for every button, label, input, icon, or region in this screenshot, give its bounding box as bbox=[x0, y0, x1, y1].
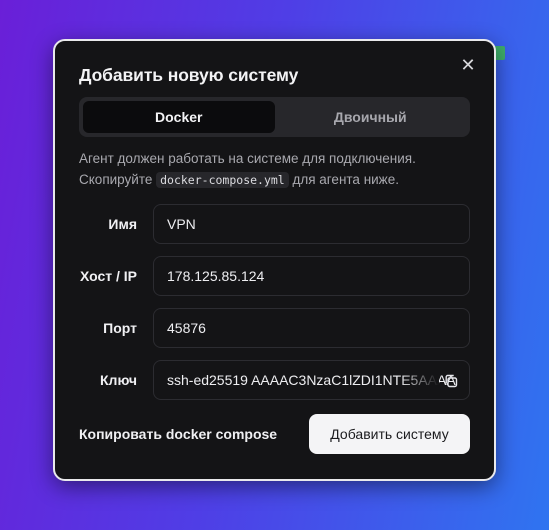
key-fade bbox=[399, 362, 439, 398]
key-field[interactable]: ssh-ed25519 AAAAC3NzaC1lZDI1NTE5AAAA bbox=[153, 360, 470, 400]
key-label: Ключ bbox=[100, 372, 137, 388]
name-label: Имя bbox=[108, 216, 137, 232]
host-row: Хост / IP 178.125.85.124 bbox=[79, 256, 470, 296]
key-row: Ключ ssh-ed25519 AAAAC3NzaC1lZDI1NTE5AAA… bbox=[79, 360, 470, 400]
host-field[interactable]: 178.125.85.124 bbox=[153, 256, 470, 296]
compose-filename-code: docker-compose.yml bbox=[156, 172, 289, 188]
name-row: Имя VPN bbox=[79, 204, 470, 244]
dialog-title: Добавить новую систему bbox=[79, 65, 299, 85]
close-icon[interactable]: ✕ bbox=[460, 56, 476, 74]
add-system-button[interactable]: Добавить систему bbox=[309, 414, 470, 454]
tab-list: Docker Двоичный bbox=[79, 97, 470, 137]
port-field[interactable]: 45876 bbox=[153, 308, 470, 348]
port-row: Порт 45876 bbox=[79, 308, 470, 348]
description-text-end: для агента ниже. bbox=[288, 172, 399, 187]
add-system-dialog: ✕ Добавить новую систему Docker Двоичный… bbox=[53, 39, 496, 481]
tab-docker[interactable]: Docker bbox=[83, 101, 275, 133]
copy-icon[interactable] bbox=[441, 371, 461, 391]
copy-compose-button[interactable]: Копировать docker compose bbox=[79, 426, 277, 442]
port-label: Порт bbox=[103, 320, 137, 336]
name-field[interactable]: VPN bbox=[153, 204, 470, 244]
host-label: Хост / IP bbox=[79, 268, 137, 284]
dialog-description: Агент должен работать на системе для под… bbox=[79, 148, 474, 191]
tab-binary[interactable]: Двоичный bbox=[275, 101, 467, 133]
